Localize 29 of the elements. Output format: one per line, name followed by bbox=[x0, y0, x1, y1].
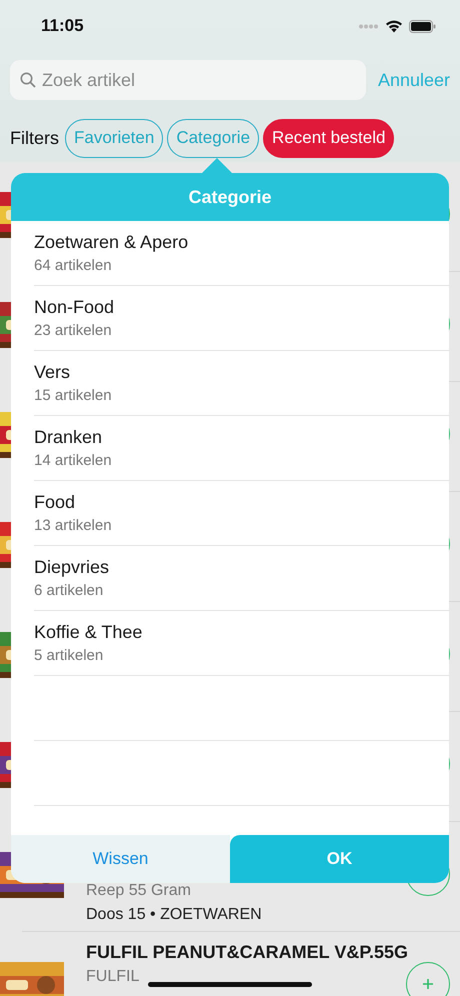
product-brand: FULFIL bbox=[86, 968, 140, 987]
category-name[interactable]: Diepvries bbox=[34, 557, 449, 578]
product-unit: Reep 55 Gram bbox=[86, 882, 191, 901]
category-name[interactable]: Koffie & Thee bbox=[34, 622, 449, 643]
battery-icon bbox=[409, 20, 436, 32]
category-name[interactable]: Dranken bbox=[34, 427, 449, 448]
plus-icon bbox=[422, 978, 434, 990]
search-icon bbox=[20, 72, 36, 88]
category-count: 13 artikelen bbox=[34, 517, 113, 534]
product-package: Doos 15 • ZOETWAREN bbox=[86, 906, 262, 925]
popover-arrow-icon bbox=[201, 158, 233, 174]
category-count: 15 artikelen bbox=[34, 387, 113, 404]
signal-icon bbox=[359, 24, 379, 28]
product-name: FULFIL PEANUT&CARAMEL V&P.55G bbox=[86, 942, 408, 964]
status-time: 11:05 bbox=[41, 16, 84, 36]
search-field[interactable]: Zoek artikel bbox=[10, 60, 366, 100]
filter-chip[interactable]: Recent besteld bbox=[263, 118, 394, 158]
category-count: 14 artikelen bbox=[34, 452, 113, 469]
category-name[interactable]: Non-Food bbox=[34, 297, 449, 318]
filters-label: Filters bbox=[10, 128, 59, 148]
category-count: 5 artikelen bbox=[34, 647, 104, 664]
category-count: 23 artikelen bbox=[34, 322, 113, 339]
add-button[interactable] bbox=[406, 962, 450, 996]
category-count: 6 artikelen bbox=[34, 582, 104, 599]
category-name[interactable]: Vers bbox=[34, 362, 449, 383]
category-name[interactable]: Food bbox=[34, 492, 449, 513]
category-count: 64 artikelen bbox=[34, 257, 113, 274]
wifi-icon bbox=[385, 20, 403, 32]
category-name[interactable]: Zoetwaren & Apero bbox=[34, 232, 449, 253]
